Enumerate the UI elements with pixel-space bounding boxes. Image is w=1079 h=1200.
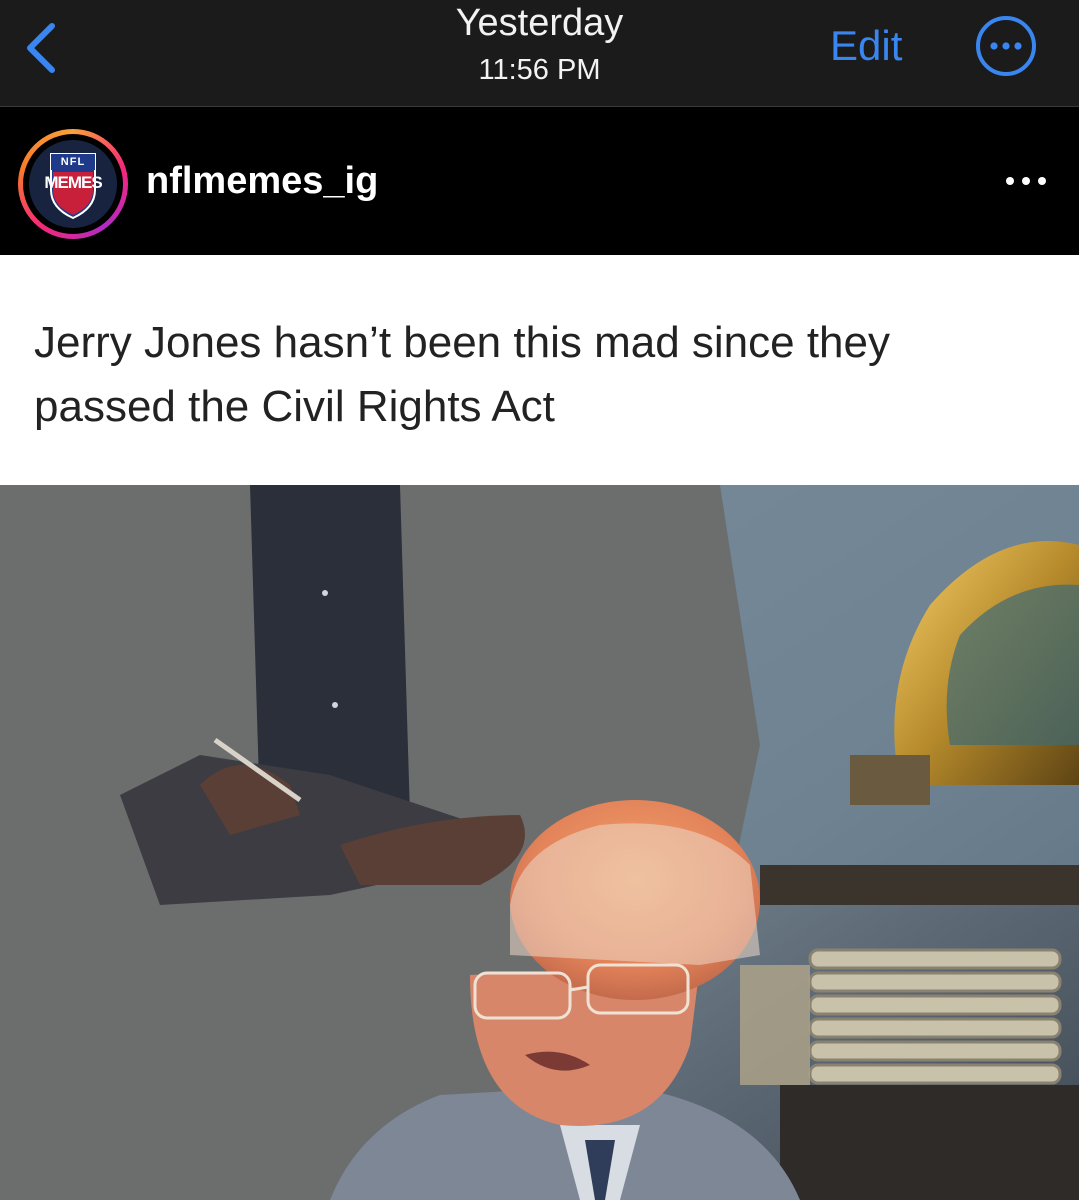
logo-top-text: NFL — [60, 156, 86, 168]
photo-viewer-screen: Yesterday 11:56 PM Edit NFL MEMES nflmem… — [0, 0, 1079, 1200]
top-navigation-bar: Yesterday 11:56 PM Edit — [0, 0, 1079, 107]
post-header: NFL MEMES nflmemes_ig — [0, 107, 1079, 255]
meme-photo[interactable] — [0, 485, 1079, 1200]
logo-main-text: MEMES — [44, 173, 102, 192]
nav-time: 11:56 PM — [478, 54, 601, 86]
meme-caption: Jerry Jones hasn’t been this mad since t… — [34, 318, 891, 431]
nfl-memes-logo: NFL MEMES — [29, 140, 117, 228]
back-button[interactable] — [18, 18, 72, 78]
more-options-button[interactable] — [974, 14, 1038, 78]
ellipsis-circle-icon — [976, 16, 1036, 76]
username[interactable]: nflmemes_ig — [146, 159, 378, 203]
post-options-button[interactable] — [996, 165, 1056, 197]
ellipsis-icon — [1006, 177, 1046, 185]
edit-button[interactable]: Edit — [830, 20, 902, 72]
avatar[interactable]: NFL MEMES — [18, 129, 128, 239]
photo-illustration — [0, 485, 1079, 1200]
nav-date: Yesterday — [455, 2, 624, 44]
meme-caption-card: Jerry Jones hasn’t been this mad since t… — [0, 255, 1079, 485]
chevron-left-icon — [27, 23, 55, 73]
nav-title: Yesterday 11:56 PM — [0, 0, 1079, 86]
